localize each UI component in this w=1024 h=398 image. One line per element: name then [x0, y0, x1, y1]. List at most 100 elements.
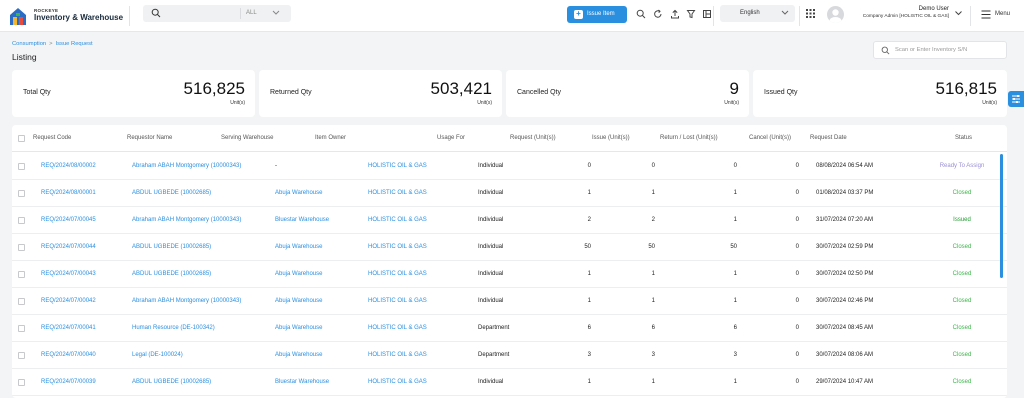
- col-status[interactable]: Status: [955, 135, 972, 141]
- issue-item-button[interactable]: + Issue Item: [567, 6, 627, 23]
- col-return-lost-units[interactable]: Return / Lost (Unit(s)): [660, 135, 718, 141]
- col-usage-for[interactable]: Usage For: [437, 135, 465, 141]
- request-units: 1: [587, 298, 591, 304]
- request-code-link[interactable]: REQ/2024/07/00041: [41, 325, 96, 331]
- row-checkbox[interactable]: [18, 244, 25, 251]
- search-scope-select[interactable]: ALL: [246, 10, 257, 16]
- requestor-name-link[interactable]: Human Resource (DE-100342): [132, 325, 215, 331]
- chevron-down-icon[interactable]: [271, 9, 281, 17]
- requestor-name-link[interactable]: Abraham ABAH Montgomery (10000343): [132, 163, 241, 169]
- stat-value: 503,421: [430, 79, 492, 98]
- serving-warehouse[interactable]: Bluestar Warehouse: [275, 379, 329, 385]
- request-code-link[interactable]: REQ/2024/08/00002: [41, 163, 96, 169]
- table-row[interactable]: REQ/2024/07/00042 Abraham ABAH Montgomery…: [12, 288, 1007, 315]
- requestor-name-link[interactable]: Abraham ABAH Montgomery (10000343): [132, 298, 241, 304]
- stat-value: 516,815: [935, 79, 997, 98]
- language-select[interactable]: English: [720, 5, 795, 22]
- col-request-units[interactable]: Request (Unit(s)): [510, 135, 556, 141]
- table-row[interactable]: REQ/2024/07/00045 Abraham ABAH Montgomery…: [12, 207, 1007, 234]
- item-owner-link[interactable]: HOLISTIC OIL & GAS: [368, 379, 427, 385]
- request-code-link[interactable]: REQ/2024/08/00001: [41, 190, 96, 196]
- row-checkbox[interactable]: [18, 163, 25, 170]
- table-row[interactable]: REQ/2024/07/00041 Human Resource (DE-1003…: [12, 315, 1007, 342]
- refresh-icon[interactable]: [653, 9, 663, 19]
- table-row[interactable]: REQ/2024/07/00039 ABDUL UGBEDE (10002685)…: [12, 369, 1007, 396]
- table-row[interactable]: REQ/2024/07/00040 Legal (DE-100024) Abuja …: [12, 342, 1007, 369]
- item-owner-link[interactable]: HOLISTIC OIL & GAS: [368, 217, 427, 223]
- serving-warehouse[interactable]: Abuja Warehouse: [275, 244, 322, 250]
- item-owner-link[interactable]: HOLISTIC OIL & GAS: [368, 163, 427, 169]
- col-request-code[interactable]: Request Code: [33, 135, 71, 141]
- divider: [799, 6, 800, 26]
- col-serving-warehouse[interactable]: Serving Warehouse: [221, 135, 273, 141]
- item-owner-link[interactable]: HOLISTIC OIL & GAS: [368, 244, 427, 250]
- item-owner-link[interactable]: HOLISTIC OIL & GAS: [368, 325, 427, 331]
- menu-button[interactable]: Menu: [995, 11, 1010, 17]
- search-icon[interactable]: [636, 9, 646, 19]
- row-checkbox[interactable]: [18, 325, 25, 332]
- scan-input-placeholder: Scan or Enter Inventory S/N: [895, 47, 968, 53]
- stat-card-cancelled-qty: Cancelled Qty 9 Unit(s): [506, 70, 749, 117]
- serving-warehouse[interactable]: Abuja Warehouse: [275, 298, 322, 304]
- search-icon: [881, 46, 890, 55]
- requestor-name-link[interactable]: Legal (DE-100024): [132, 352, 183, 358]
- scan-inventory-input[interactable]: Scan or Enter Inventory S/N: [873, 41, 1007, 59]
- row-checkbox[interactable]: [18, 352, 25, 359]
- col-item-owner[interactable]: Item Owner: [315, 135, 346, 141]
- column-settings-button[interactable]: [1008, 91, 1024, 107]
- request-code-link[interactable]: REQ/2024/07/00039: [41, 379, 96, 385]
- requestor-name-link[interactable]: ABDUL UGBEDE (10002685): [132, 190, 211, 196]
- request-units: 50: [584, 244, 591, 250]
- breadcrumb-issue-request[interactable]: Issue Request: [56, 41, 93, 47]
- item-owner-link[interactable]: HOLISTIC OIL & GAS: [368, 190, 427, 196]
- table-row[interactable]: REQ/2024/07/00043 ABDUL UGBEDE (10002685)…: [12, 261, 1007, 288]
- serving-warehouse[interactable]: Bluestar Warehouse: [275, 217, 329, 223]
- search-icon[interactable]: [151, 8, 161, 18]
- apps-grid-icon[interactable]: [806, 9, 815, 18]
- requestor-name-link[interactable]: ABDUL UGBEDE (10002685): [132, 244, 211, 250]
- col-request-date[interactable]: Request Date: [810, 135, 847, 141]
- user-name[interactable]: Demo User: [850, 6, 949, 12]
- select-all-checkbox[interactable]: [18, 135, 25, 142]
- request-date: 08/08/2024 06:54 AM: [816, 163, 874, 169]
- vertical-scrollbar[interactable]: [1000, 154, 1003, 278]
- issue-units: 2: [651, 217, 655, 223]
- serving-warehouse[interactable]: Abuja Warehouse: [275, 325, 322, 331]
- filter-icon[interactable]: [686, 9, 696, 19]
- logo-house-icon[interactable]: [8, 6, 28, 26]
- global-search-box[interactable]: ALL: [143, 5, 291, 22]
- item-owner-link[interactable]: HOLISTIC OIL & GAS: [368, 298, 427, 304]
- row-checkbox[interactable]: [18, 379, 25, 386]
- upload-icon[interactable]: [670, 9, 680, 19]
- item-owner-link[interactable]: HOLISTIC OIL & GAS: [368, 271, 427, 277]
- serving-warehouse[interactable]: Abuja Warehouse: [275, 271, 322, 277]
- col-cancel-units[interactable]: Cancel (Unit(s)): [749, 135, 791, 141]
- item-owner-link[interactable]: HOLISTIC OIL & GAS: [368, 352, 427, 358]
- breadcrumb-consumption[interactable]: Consumption: [12, 41, 46, 47]
- request-code-link[interactable]: REQ/2024/07/00040: [41, 352, 96, 358]
- report-icon[interactable]: [702, 9, 712, 19]
- requestor-name-link[interactable]: ABDUL UGBEDE (10002685): [132, 271, 211, 277]
- table-row[interactable]: REQ/2024/08/00001 ABDUL UGBEDE (10002685)…: [12, 180, 1007, 207]
- col-issue-units[interactable]: Issue (Unit(s)): [592, 135, 630, 141]
- hamburger-menu-icon[interactable]: [981, 10, 991, 19]
- serving-warehouse[interactable]: Abuja Warehouse: [275, 190, 322, 196]
- divider: [970, 6, 971, 26]
- row-checkbox[interactable]: [18, 190, 25, 197]
- request-code-link[interactable]: REQ/2024/07/00043: [41, 271, 96, 277]
- requestor-name-link[interactable]: ABDUL UGBEDE (10002685): [132, 379, 211, 385]
- table-row[interactable]: REQ/2024/08/00002 Abraham ABAH Montgomery…: [12, 153, 1007, 180]
- serving-warehouse[interactable]: Abuja Warehouse: [275, 352, 322, 358]
- return-lost-units: 1: [733, 271, 737, 277]
- chevron-down-icon[interactable]: [954, 10, 963, 17]
- request-code-link[interactable]: REQ/2024/07/00045: [41, 217, 96, 223]
- usage-for: Individual: [478, 379, 504, 385]
- row-checkbox[interactable]: [18, 271, 25, 278]
- row-checkbox[interactable]: [18, 298, 25, 305]
- col-requestor-name[interactable]: Requestor Name: [127, 135, 172, 141]
- request-code-link[interactable]: REQ/2024/07/00044: [41, 244, 96, 250]
- requestor-name-link[interactable]: Abraham ABAH Montgomery (10000343): [132, 217, 241, 223]
- request-code-link[interactable]: REQ/2024/07/00042: [41, 298, 96, 304]
- row-checkbox[interactable]: [18, 217, 25, 224]
- table-row[interactable]: REQ/2024/07/00044 ABDUL UGBEDE (10002685)…: [12, 234, 1007, 261]
